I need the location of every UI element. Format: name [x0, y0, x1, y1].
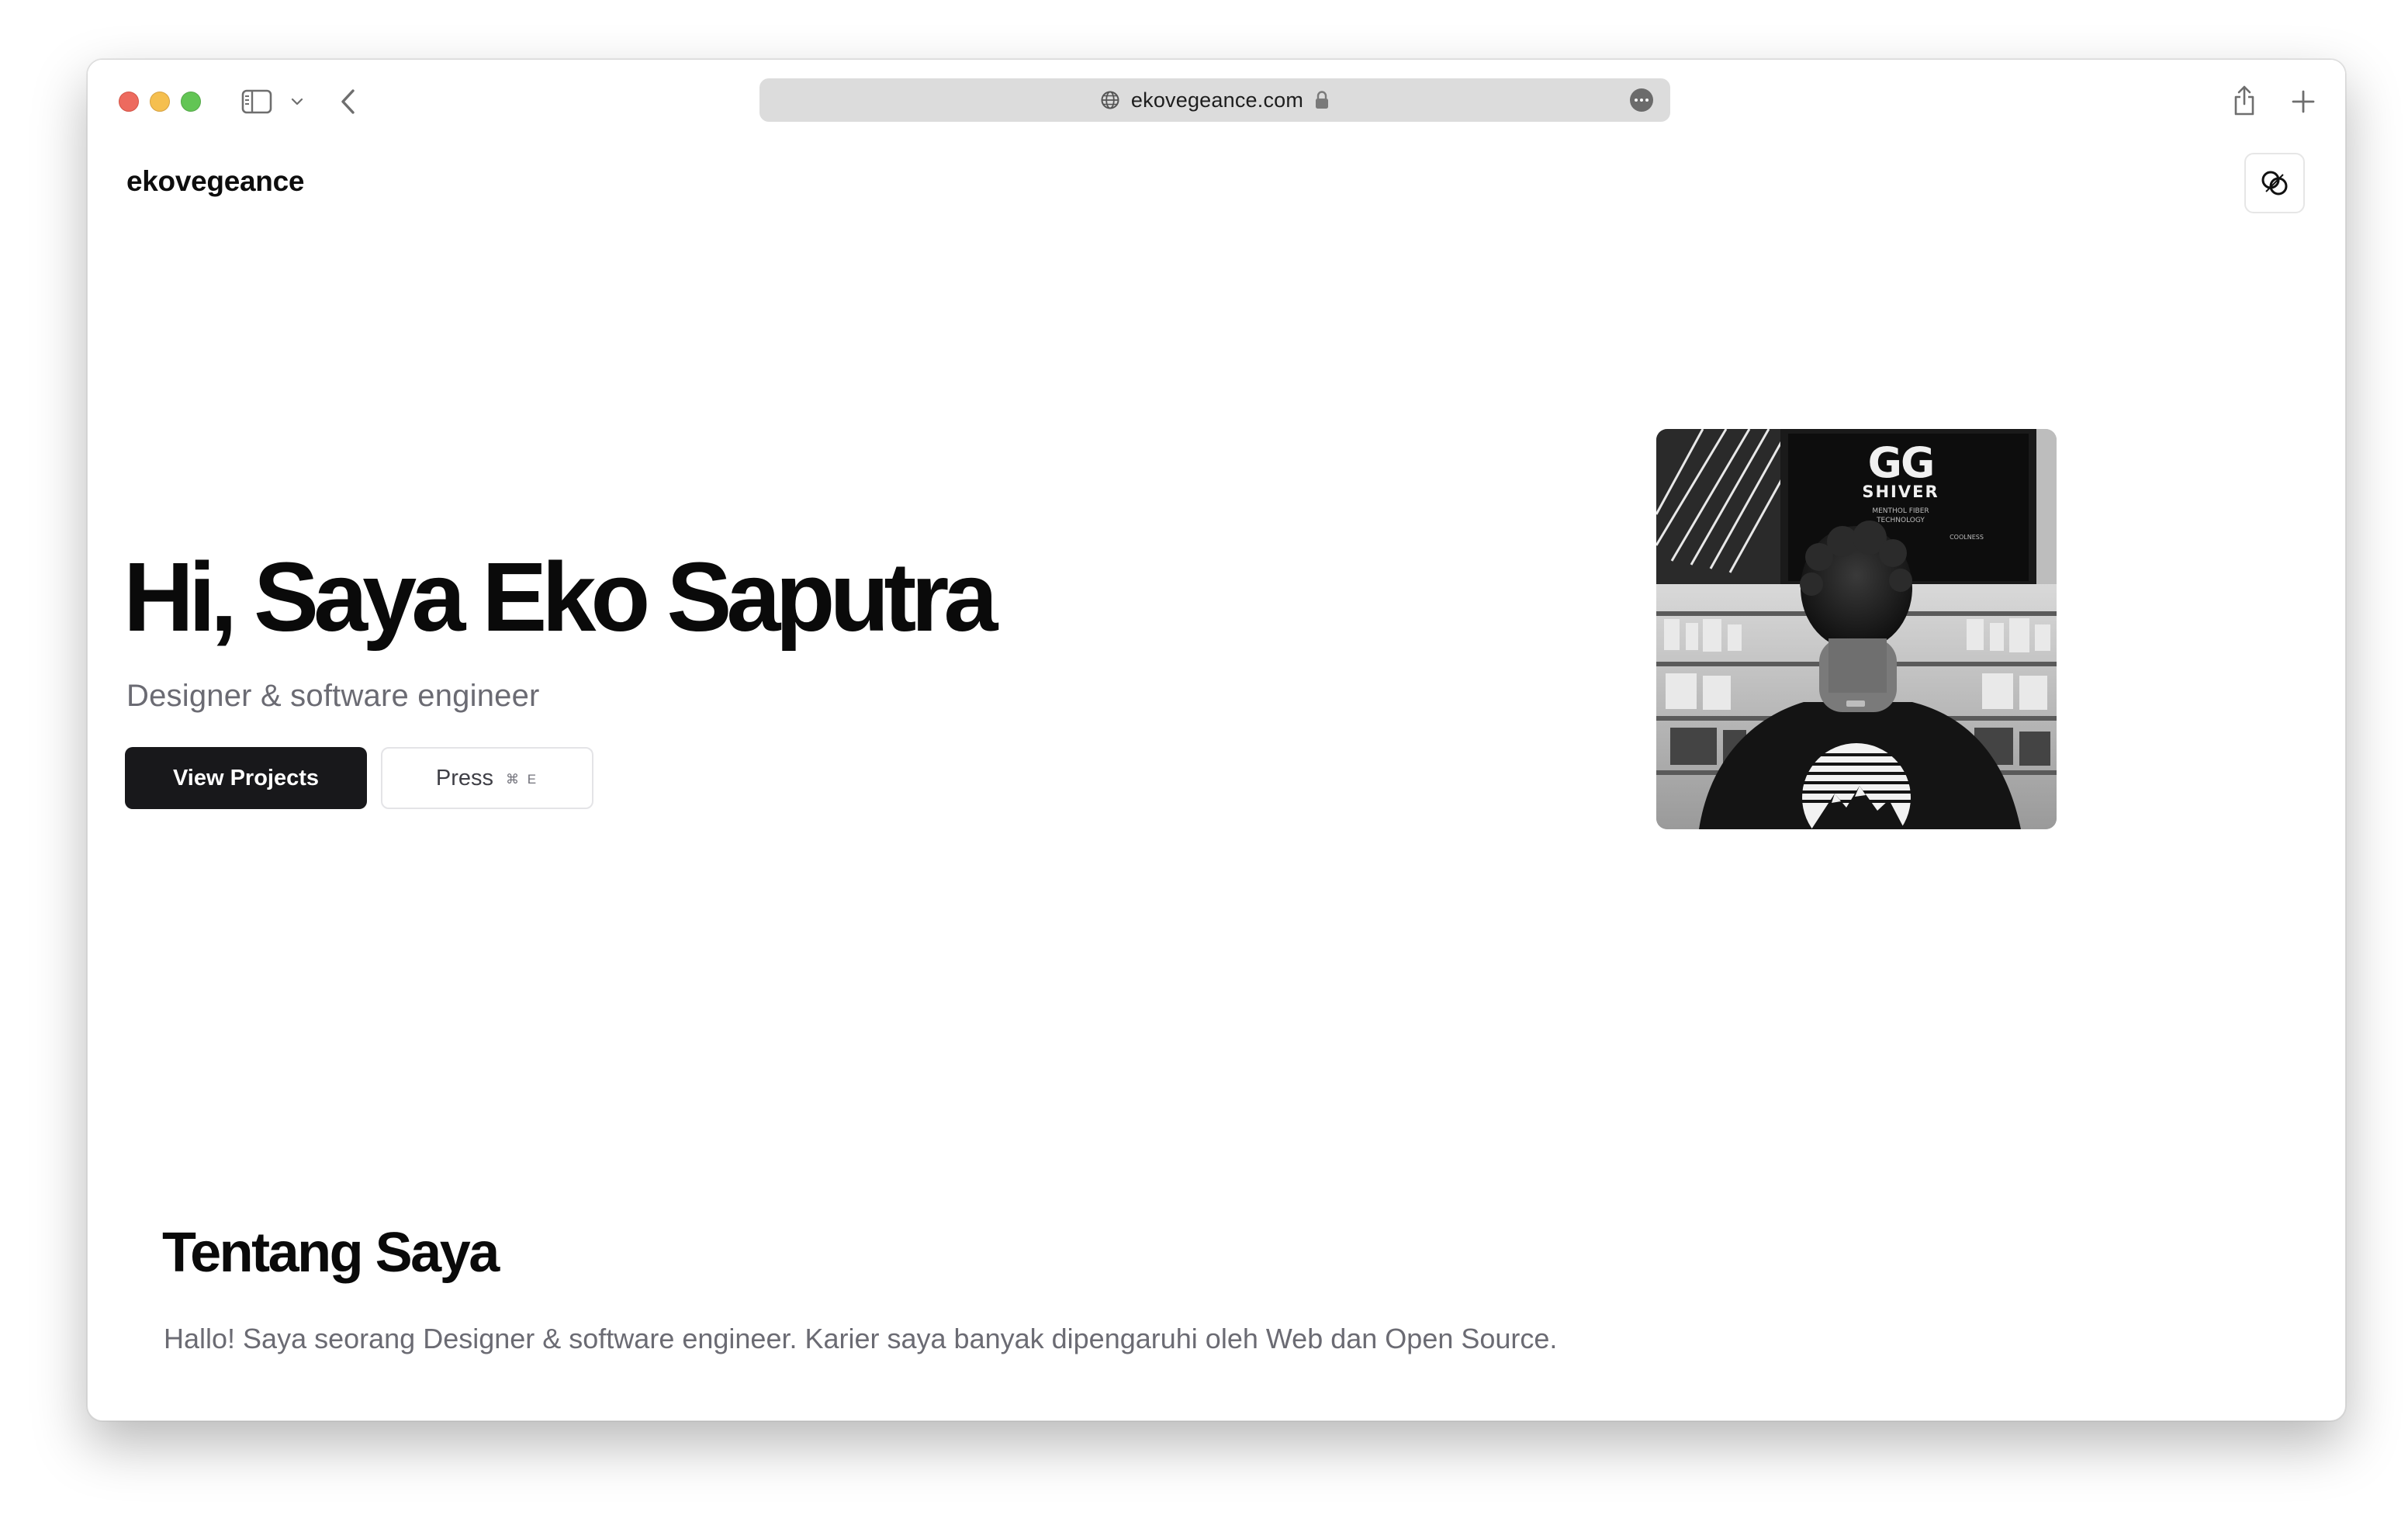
photo-brand-text: GG: [1868, 438, 1934, 487]
theme-toggle-button[interactable]: [2244, 153, 2305, 213]
command-menu-label: Press: [435, 765, 494, 790]
sidebar-icon[interactable]: [240, 86, 274, 117]
keyboard-shortcut: ⌘ E: [506, 772, 539, 787]
more-icon[interactable]: [1630, 88, 1653, 112]
plus-icon[interactable]: [2288, 85, 2319, 119]
photo-line2-text: TECHNOLOGY: [1876, 517, 1925, 524]
close-window-button[interactable]: [119, 92, 139, 112]
globe-icon: [1100, 90, 1120, 110]
profile-photo: GG SHIVER MENTHOL FIBER TECHNOLOGY COOLN…: [1656, 429, 2057, 829]
about-text: Hallo! Saya seorang Designer & software …: [164, 1323, 1558, 1354]
url-text[interactable]: ekovegeance.com: [1131, 88, 1303, 112]
browser-toolbar: ekovegeance.com: [88, 60, 2345, 140]
photo-line1-text: MENTHOL FIBER: [1872, 507, 1929, 515]
minimize-window-button[interactable]: [150, 92, 170, 112]
site-logo[interactable]: ekovegeance: [126, 165, 304, 198]
browser-window: ekovegeance.com ekovegeance Hi, Saya Eko…: [87, 59, 2346, 1421]
hero-title: Hi, Saya Eko Saputra: [123, 542, 998, 652]
about-title: Tentang Saya: [162, 1222, 500, 1284]
theme-toggle-icon: [2259, 168, 2290, 199]
zoom-window-button[interactable]: [181, 92, 201, 112]
lock-icon: [1314, 90, 1330, 110]
back-arrow-icon[interactable]: [333, 85, 364, 119]
photo-product-text: SHIVER: [1862, 483, 1939, 501]
chevron-down-icon[interactable]: [288, 91, 306, 112]
photo-line3-text: COOLNESS: [1950, 534, 1984, 541]
command-menu-button[interactable]: Press ⌘ E: [381, 747, 593, 809]
view-projects-button[interactable]: View Projects: [125, 747, 367, 809]
share-icon[interactable]: [2229, 81, 2260, 119]
hero-subtitle: Designer & software engineer: [126, 679, 540, 713]
address-bar[interactable]: ekovegeance.com: [759, 78, 1670, 122]
